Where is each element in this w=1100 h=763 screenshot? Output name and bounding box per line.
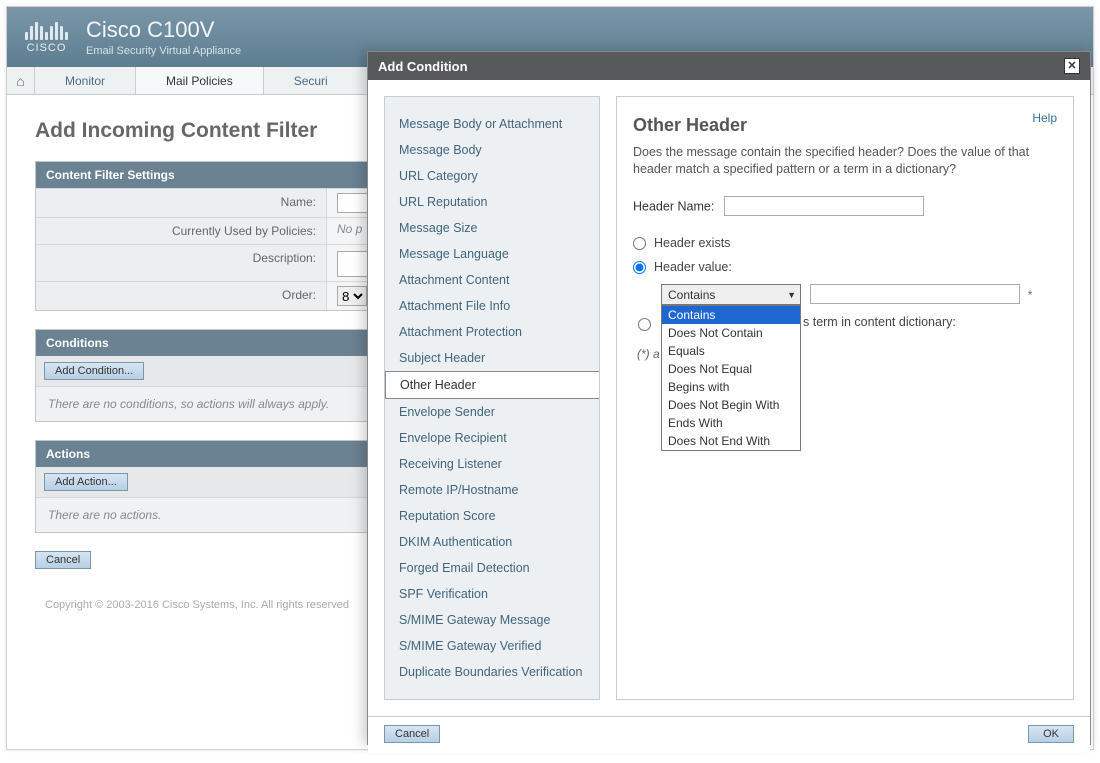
condition-type-item[interactable]: Attachment File Info [385, 293, 599, 319]
operator-option[interactable]: Does Not Contain [662, 324, 800, 342]
condition-type-item[interactable]: Message Body or Attachment [385, 111, 599, 137]
condition-type-item[interactable]: Reputation Score [385, 503, 599, 529]
name-label: Name: [36, 189, 326, 217]
operator-dropdown-menu: ContainsDoes Not ContainEqualsDoes Not E… [661, 305, 801, 451]
product-title: Cisco C100V [86, 17, 241, 43]
condition-type-item[interactable]: Duplicate Boundaries Verification [385, 659, 599, 685]
logo-text: CISCO [27, 42, 67, 54]
product-subtitle: Email Security Virtual Appliance [86, 45, 241, 57]
condition-type-item[interactable]: Envelope Recipient [385, 425, 599, 451]
add-condition-button[interactable]: Add Condition... [44, 362, 144, 380]
cisco-logo: CISCO [25, 20, 68, 54]
select-current-value: Contains [668, 288, 715, 302]
operator-option[interactable]: Ends With [662, 414, 800, 432]
operator-option[interactable]: Equals [662, 342, 800, 360]
nav-tab-security[interactable]: Securi [264, 67, 358, 94]
cancel-page-button[interactable]: Cancel [35, 551, 91, 569]
currently-used-label: Currently Used by Policies: [36, 218, 326, 244]
condition-type-item[interactable]: Attachment Protection [385, 319, 599, 345]
header-value-field[interactable] [810, 284, 1020, 304]
order-label: Order: [36, 282, 326, 310]
condition-type-list: Message Body or AttachmentMessage BodyUR… [384, 96, 600, 700]
condition-type-item[interactable]: Remote IP/Hostname [385, 477, 599, 503]
nav-tab-monitor[interactable]: Monitor [35, 67, 136, 94]
radio-header-exists-label: Header exists [654, 236, 730, 250]
condition-type-item[interactable]: Forged Email Detection [385, 555, 599, 581]
condition-type-item[interactable]: S/MIME Gateway Message [385, 607, 599, 633]
description-label: Description: [36, 245, 326, 281]
add-condition-modal: Add Condition ✕ Message Body or Attachme… [367, 51, 1091, 745]
condition-type-item[interactable]: Receiving Listener [385, 451, 599, 477]
order-select[interactable]: 8 [337, 286, 367, 306]
condition-detail-panel: Help Other Header Does the message conta… [616, 96, 1074, 700]
condition-type-item[interactable]: URL Reputation [385, 189, 599, 215]
condition-type-item[interactable]: URL Category [385, 163, 599, 189]
header-name-field[interactable] [724, 196, 924, 216]
condition-type-item[interactable]: Subject Header [385, 345, 599, 371]
radio-header-exists[interactable] [633, 237, 646, 250]
chevron-down-icon: ▼ [787, 290, 796, 300]
radio-header-value[interactable] [633, 261, 646, 274]
operator-option[interactable]: Contains [662, 306, 800, 324]
help-link[interactable]: Help [1032, 111, 1057, 125]
modal-title-text: Add Condition [378, 59, 468, 74]
condition-type-item[interactable]: Message Language [385, 241, 599, 267]
radio-header-value-label: Header value: [654, 260, 732, 274]
note-prefix: (*) a [637, 347, 660, 361]
operator-option[interactable]: Does Not Begin With [662, 396, 800, 414]
operator-option[interactable]: Does Not Equal [662, 360, 800, 378]
detail-title: Other Header [633, 115, 1057, 136]
condition-type-item[interactable]: SPF Verification [385, 581, 599, 607]
condition-type-item[interactable]: Message Size [385, 215, 599, 241]
required-asterisk: * [1028, 288, 1033, 302]
modal-titlebar: Add Condition ✕ [368, 52, 1090, 80]
logo-bars-icon [25, 20, 68, 40]
modal-cancel-button[interactable]: Cancel [384, 725, 440, 743]
close-icon[interactable]: ✕ [1064, 58, 1080, 74]
dictionary-label-suffix: s term in content dictionary: [803, 315, 956, 329]
condition-type-item[interactable]: Envelope Sender [385, 399, 599, 425]
add-action-button[interactable]: Add Action... [44, 473, 128, 491]
condition-type-item[interactable]: Attachment Content [385, 267, 599, 293]
home-icon[interactable]: ⌂ [7, 67, 35, 94]
header-value-operator-select[interactable]: Contains ▼ [661, 284, 801, 305]
detail-description: Does the message contain the specified h… [633, 144, 1057, 178]
condition-type-item[interactable]: Message Body [385, 137, 599, 163]
radio-dictionary[interactable] [638, 318, 651, 331]
condition-type-item[interactable]: DKIM Authentication [385, 529, 599, 555]
condition-type-item[interactable]: Other Header [385, 371, 600, 399]
modal-ok-button[interactable]: OK [1028, 725, 1074, 743]
condition-type-item[interactable]: S/MIME Gateway Verified [385, 633, 599, 659]
nav-tab-mail-policies[interactable]: Mail Policies [136, 67, 264, 94]
operator-option[interactable]: Does Not End With [662, 432, 800, 450]
header-name-label: Header Name: [633, 200, 714, 214]
operator-option[interactable]: Begins with [662, 378, 800, 396]
